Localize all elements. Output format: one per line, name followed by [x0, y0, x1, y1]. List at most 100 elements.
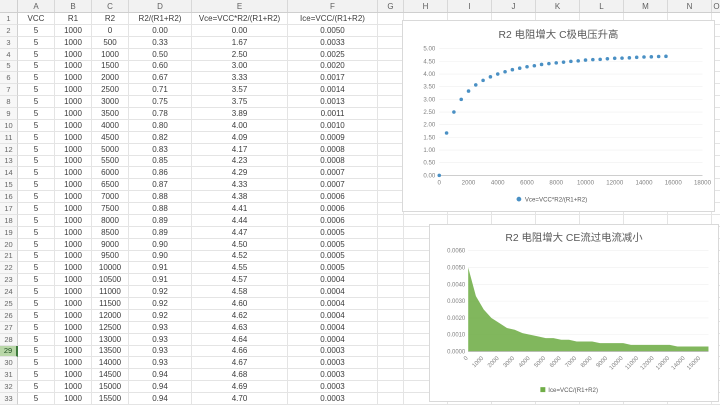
cell[interactable]: 0.85 — [129, 156, 192, 168]
cell[interactable] — [378, 357, 404, 369]
cell[interactable]: 5 — [18, 239, 55, 251]
cell[interactable]: 1000 — [55, 369, 92, 381]
cell[interactable]: 0.89 — [129, 215, 192, 227]
cell[interactable]: 4.60 — [192, 298, 288, 310]
cell[interactable]: 500 — [92, 37, 129, 49]
cell[interactable]: 0.92 — [129, 286, 192, 298]
row-header-15[interactable]: 15 — [0, 179, 18, 191]
cell[interactable]: 0.0010 — [288, 120, 378, 132]
cell[interactable]: 1000 — [55, 227, 92, 239]
cell[interactable] — [378, 72, 404, 84]
cell[interactable]: 5 — [18, 322, 55, 334]
cell[interactable]: 4.57 — [192, 274, 288, 286]
cell[interactable]: 0.89 — [129, 227, 192, 239]
cell[interactable]: 5 — [18, 108, 55, 120]
cell[interactable]: R1 — [55, 13, 92, 25]
cell[interactable] — [378, 37, 404, 49]
column-header-C[interactable]: C — [92, 0, 129, 12]
cell[interactable]: 4.55 — [192, 262, 288, 274]
column-header-I[interactable]: I — [448, 0, 492, 12]
cell[interactable]: 5 — [18, 274, 55, 286]
cell[interactable]: 11000 — [92, 286, 129, 298]
cell[interactable] — [378, 393, 404, 405]
row-header-32[interactable]: 32 — [0, 381, 18, 393]
cell[interactable] — [378, 227, 404, 239]
cell[interactable]: 0.94 — [129, 381, 192, 393]
row-header-17[interactable]: 17 — [0, 203, 18, 215]
row-header-22[interactable]: 22 — [0, 262, 18, 274]
cell[interactable]: 0.0004 — [288, 310, 378, 322]
cell[interactable]: 5 — [18, 132, 55, 144]
cell[interactable]: 5 — [18, 167, 55, 179]
cell[interactable]: 10000 — [92, 262, 129, 274]
cell[interactable]: 4.52 — [192, 251, 288, 263]
cell[interactable]: 8500 — [92, 227, 129, 239]
cell[interactable]: 4.47 — [192, 227, 288, 239]
cell[interactable]: 1000 — [55, 310, 92, 322]
cell[interactable]: 4500 — [92, 132, 129, 144]
cell[interactable]: 5 — [18, 298, 55, 310]
cell[interactable] — [378, 61, 404, 73]
cell[interactable]: 1500 — [92, 61, 129, 73]
cell[interactable]: 5 — [18, 357, 55, 369]
cell[interactable]: 1000 — [55, 37, 92, 49]
cell[interactable]: 5 — [18, 37, 55, 49]
row-header-26[interactable]: 26 — [0, 310, 18, 322]
cell[interactable] — [378, 322, 404, 334]
cell[interactable]: 4.63 — [192, 322, 288, 334]
cell[interactable]: 0.0005 — [288, 251, 378, 263]
cell[interactable]: 0.86 — [129, 167, 192, 179]
cell[interactable]: 4.09 — [192, 132, 288, 144]
cell[interactable]: 4.66 — [192, 346, 288, 358]
row-header-12[interactable]: 12 — [0, 144, 18, 156]
cell[interactable]: 5 — [18, 203, 55, 215]
cell[interactable]: 5 — [18, 262, 55, 274]
cell[interactable]: 4.44 — [192, 215, 288, 227]
row-header-16[interactable]: 16 — [0, 191, 18, 203]
cell[interactable]: 1000 — [55, 203, 92, 215]
cell[interactable]: 7000 — [92, 191, 129, 203]
row-header-21[interactable]: 21 — [0, 251, 18, 263]
cell[interactable]: 1000 — [55, 191, 92, 203]
cell[interactable]: 7500 — [92, 203, 129, 215]
cell[interactable]: 15500 — [92, 393, 129, 405]
cell[interactable]: 0.0003 — [288, 369, 378, 381]
cell[interactable]: 1000 — [55, 96, 92, 108]
cell[interactable]: 1000 — [55, 132, 92, 144]
cell[interactable] — [378, 346, 404, 358]
cell[interactable]: 0.80 — [129, 120, 192, 132]
cell[interactable]: 5 — [18, 215, 55, 227]
cell[interactable] — [378, 286, 404, 298]
cell[interactable]: 1000 — [55, 251, 92, 263]
cell[interactable]: Vce=VCC*R2/(R1+R2) — [192, 13, 288, 25]
cell[interactable]: 1000 — [55, 298, 92, 310]
column-header-D[interactable]: D — [129, 0, 192, 12]
cell[interactable]: 1000 — [55, 179, 92, 191]
cell[interactable]: 0.83 — [129, 144, 192, 156]
cell[interactable]: 0.67 — [129, 72, 192, 84]
cell[interactable]: 9500 — [92, 251, 129, 263]
cell[interactable]: 2000 — [92, 72, 129, 84]
column-header-M[interactable]: M — [624, 0, 668, 12]
cell[interactable]: 0.90 — [129, 251, 192, 263]
row-header-5[interactable]: 5 — [0, 61, 18, 73]
cell[interactable]: 0.0006 — [288, 203, 378, 215]
cell[interactable]: 5 — [18, 179, 55, 191]
cell[interactable]: 0.0003 — [288, 357, 378, 369]
cell[interactable]: 1000 — [55, 215, 92, 227]
cell[interactable]: 5500 — [92, 156, 129, 168]
column-header-O[interactable]: O — [712, 0, 720, 12]
cell[interactable]: 0.91 — [129, 274, 192, 286]
cell[interactable]: 5 — [18, 346, 55, 358]
cell[interactable]: 5 — [18, 227, 55, 239]
cell[interactable]: 5 — [18, 72, 55, 84]
cell[interactable]: 0.60 — [129, 61, 192, 73]
column-header-G[interactable]: G — [378, 0, 404, 12]
cell[interactable] — [378, 13, 404, 25]
cell[interactable]: 0.0008 — [288, 156, 378, 168]
cell[interactable]: 0.0004 — [288, 334, 378, 346]
cell[interactable]: 14500 — [92, 369, 129, 381]
row-header-29[interactable]: 29 — [0, 346, 18, 358]
cell[interactable]: 0.0006 — [288, 215, 378, 227]
cell[interactable]: 13500 — [92, 346, 129, 358]
